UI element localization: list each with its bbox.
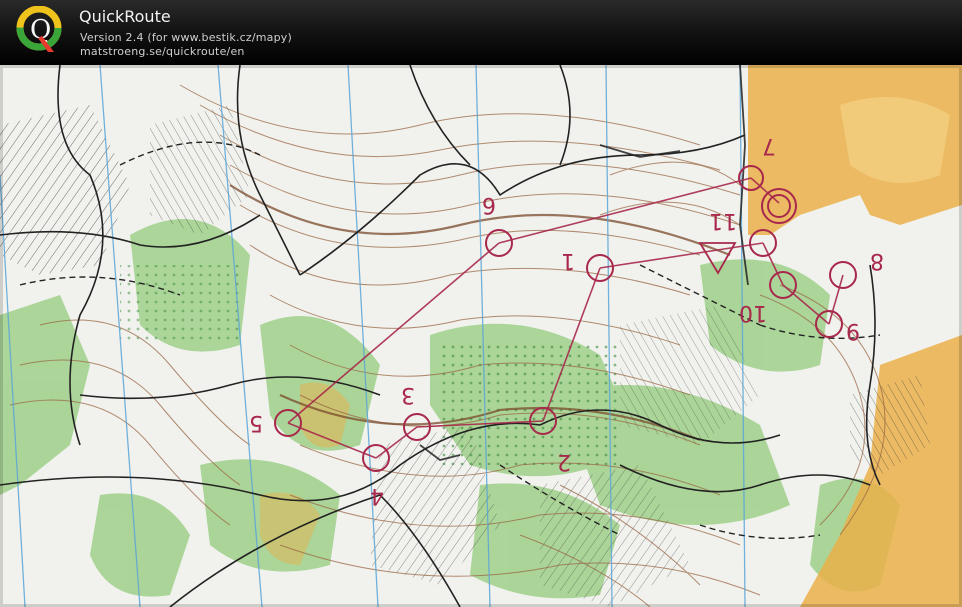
version-text: Version 2.4 (for www.bestik.cz/mapy) bbox=[80, 31, 293, 44]
app-title: QuickRoute bbox=[79, 7, 171, 26]
map-canvas: 1 2 3 4 5 6 7 8 9 10 11 bbox=[0, 65, 962, 607]
quickroute-logo-icon: Q bbox=[16, 6, 62, 52]
control-number-10: 10 bbox=[739, 300, 767, 325]
control-number-3: 3 bbox=[401, 382, 415, 407]
orienteering-map[interactable]: 1 2 3 4 5 6 7 8 9 10 11 bbox=[0, 65, 962, 607]
control-number-11: 11 bbox=[709, 208, 737, 233]
control-number-1: 1 bbox=[561, 248, 575, 273]
control-number-8: 8 bbox=[870, 248, 884, 273]
control-number-6: 6 bbox=[482, 192, 496, 217]
website-link[interactable]: matstroeng.se/quickroute/en bbox=[80, 45, 245, 58]
control-number-5: 5 bbox=[249, 410, 263, 435]
control-number-4: 4 bbox=[370, 483, 384, 508]
control-number-9: 9 bbox=[846, 318, 860, 343]
app-header: Q QuickRoute Version 2.4 (for www.bestik… bbox=[0, 0, 962, 65]
control-number-7: 7 bbox=[762, 133, 776, 158]
control-number-2: 2 bbox=[557, 449, 571, 474]
